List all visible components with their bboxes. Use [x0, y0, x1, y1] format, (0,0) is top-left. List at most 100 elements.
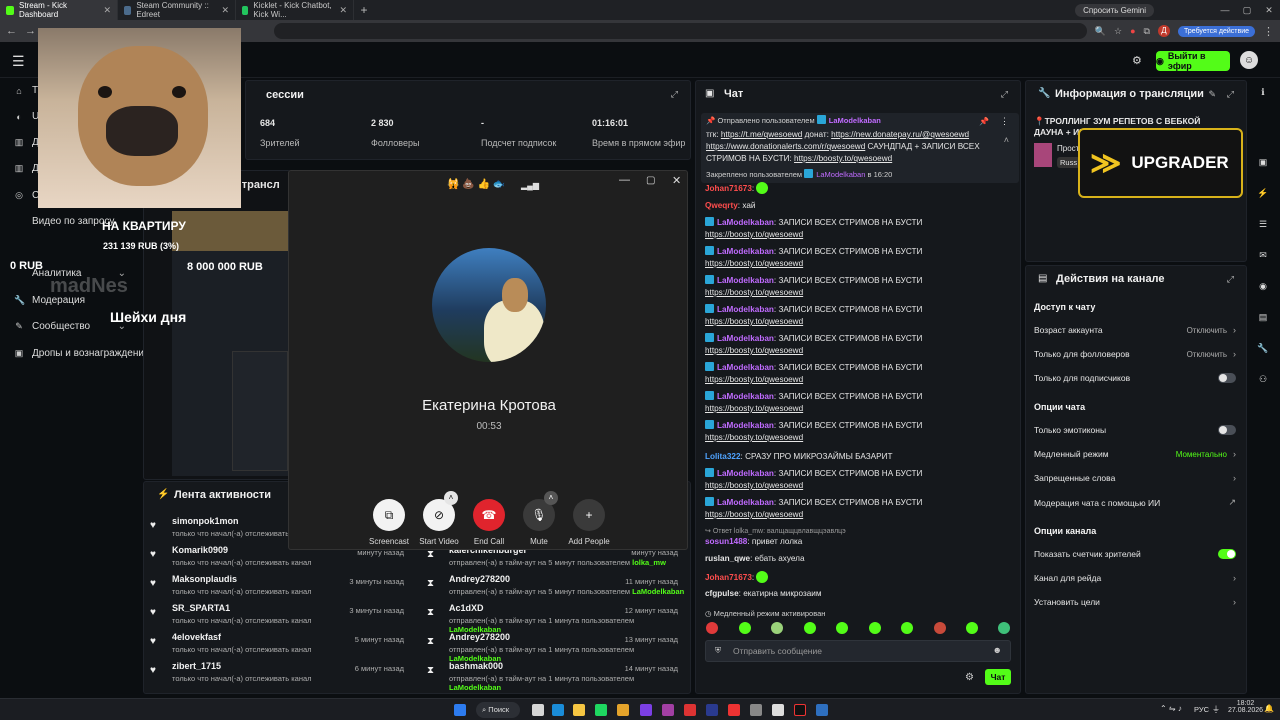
chat-username[interactable]: LaModelkaban	[717, 392, 774, 401]
obs-icon[interactable]	[772, 704, 784, 716]
info-icon[interactable]: ℹ	[1256, 87, 1270, 101]
new-tab-button[interactable]: +	[354, 3, 374, 17]
pinned-link[interactable]: https://www.donationalerts.com/r/qwesoew…	[706, 142, 865, 151]
audition-icon[interactable]	[706, 704, 718, 716]
chat-username[interactable]: LaModelkaban	[717, 334, 774, 343]
chat-username[interactable]: cfgpulse	[705, 589, 739, 598]
moderator-name[interactable]: lolka_mw	[632, 558, 666, 567]
set-goals-option[interactable]: Установить цели ›	[1034, 597, 1236, 607]
record-icon[interactable]: ◉	[1256, 281, 1270, 295]
moderator-name[interactable]: LaModelkaban	[632, 587, 684, 596]
maximize-call-icon[interactable]: ▢	[646, 175, 655, 186]
send-chat-button[interactable]: Чат	[985, 669, 1011, 685]
back-icon[interactable]: ←	[6, 25, 17, 37]
chat-username[interactable]: LaModelkaban	[717, 363, 774, 372]
profile-avatar-icon[interactable]: Д	[1157, 25, 1170, 37]
search-icon[interactable]: 🔍	[1095, 26, 1106, 37]
chat-username[interactable]: Johan71673	[705, 573, 752, 582]
clock[interactable]: 18:02 27.08.2026	[1228, 700, 1263, 714]
emote-icon[interactable]	[771, 622, 783, 634]
chrome-icon[interactable]	[617, 704, 629, 716]
update-required-button[interactable]: Требуется действие	[1177, 25, 1255, 37]
chat-username[interactable]: LaModelkaban	[717, 276, 774, 285]
pinned-menu-icon[interactable]: ⋮	[1000, 116, 1009, 127]
user-avatar[interactable]: ☺	[1240, 51, 1258, 69]
chat-input[interactable]: ⛨ Отправить сообщение ☻	[705, 640, 1011, 662]
extensions-puzzle-icon[interactable]: ⧉	[1144, 26, 1150, 37]
chat-username[interactable]: ruslan_qwe	[705, 554, 750, 563]
emote-icon[interactable]	[901, 622, 913, 634]
wrench-icon[interactable]: 🔧	[1256, 343, 1270, 357]
category-name[interactable]: Прост	[1057, 144, 1079, 153]
close-tab-icon[interactable]: ✕	[221, 5, 229, 16]
moderator-name[interactable]: LaModelkaban	[449, 683, 501, 692]
chat-bubble-icon[interactable]: ✉	[1256, 250, 1270, 264]
language-tag[interactable]: Russ	[1057, 157, 1081, 168]
viewer-count-toggle[interactable]	[1218, 549, 1236, 559]
chat-username[interactable]: LaModelkaban	[717, 498, 774, 507]
tiktok-icon[interactable]	[794, 704, 806, 716]
chat-username[interactable]: LaModelkaban	[717, 421, 774, 430]
expand-icon[interactable]: ⤢	[671, 89, 678, 100]
emote-icon[interactable]	[869, 622, 881, 634]
app-icon[interactable]	[684, 704, 696, 716]
sidebar-item-dashboard[interactable]: ▥ Д	[14, 137, 39, 148]
chat-username[interactable]: LaModelkaban	[717, 469, 774, 478]
chat-link[interactable]: https://boosty.to/qwesoewd	[705, 481, 803, 490]
tab-kicklet[interactable]: Kicklet - Kick Chatbot, Kick Wi... ✕	[236, 0, 354, 20]
emote-icon[interactable]	[998, 622, 1010, 634]
list-icon[interactable]: ☰	[1256, 219, 1270, 233]
chat-settings-icon[interactable]: ⚙	[965, 672, 974, 683]
emote-icon[interactable]	[836, 622, 848, 634]
chat-link[interactable]: https://boosty.to/qwesoewd	[705, 375, 803, 384]
forward-icon[interactable]: →	[25, 25, 36, 37]
settings-gear-icon[interactable]: ⚙	[1132, 54, 1142, 67]
hamburger-menu-icon[interactable]: ☰	[12, 53, 25, 70]
users-icon[interactable]: ⚇	[1256, 374, 1270, 388]
expand-icon[interactable]: ⤢	[1227, 89, 1234, 100]
expand-icon[interactable]: ⤢	[1227, 274, 1234, 285]
go-live-button[interactable]: ◉ Выйти в эфир	[1156, 51, 1230, 71]
chat-link[interactable]: https://boosty.to/qwesoewd	[705, 433, 803, 442]
chat-username[interactable]: Lolita322	[705, 452, 741, 461]
chat-username[interactable]: sosun1488	[705, 537, 747, 546]
close-window-icon[interactable]: ✕	[1258, 5, 1280, 16]
minimize-icon[interactable]: —	[1214, 5, 1236, 15]
close-call-icon[interactable]: ✕	[672, 174, 681, 187]
chat-link[interactable]: https://boosty.to/qwesoewd	[705, 259, 803, 268]
chat-username[interactable]: LaModelkaban	[717, 305, 774, 314]
mute-button[interactable]: 🎙 Mute	[514, 499, 564, 546]
chat-username[interactable]: Qweqrty	[705, 201, 738, 210]
chat-link[interactable]: https://boosty.to/qwesoewd	[705, 288, 803, 297]
pinned-by-user[interactable]: LaModelkaban	[829, 116, 881, 125]
end-call-button[interactable]: ☎ End Call	[464, 499, 514, 546]
follower-name[interactable]: zibert_1715	[172, 661, 312, 671]
task-view-icon[interactable]	[532, 704, 544, 716]
emote-icon[interactable]	[804, 622, 816, 634]
tab-kick-dashboard[interactable]: Stream - Kick Dashboard ✕	[0, 0, 118, 20]
maximize-icon[interactable]: ▢	[1236, 5, 1258, 16]
network-icon[interactable]: ⏚	[1212, 704, 1220, 715]
banned-words-option[interactable]: Запрещенные слова ›	[1034, 473, 1236, 483]
chat-link[interactable]: https://boosty.to/qwesoewd	[705, 510, 803, 519]
sidebar-item-data[interactable]: ▥ Д	[14, 163, 39, 174]
windows-start-icon[interactable]	[454, 704, 466, 716]
tray-icons[interactable]: ⌃ ⇋ ♪	[1160, 704, 1182, 713]
app-icon[interactable]	[640, 704, 652, 716]
language-indicator[interactable]: РУС	[1194, 705, 1209, 714]
chat-username[interactable]: Johan71673	[705, 184, 752, 193]
subscribers-only-toggle[interactable]	[1218, 373, 1236, 383]
tab-steam[interactable]: Steam Community :: Edreet ✕	[118, 0, 236, 20]
extension-icon[interactable]: ●	[1130, 26, 1135, 36]
expand-icon[interactable]: ⤢	[1001, 89, 1008, 100]
slow-mode-option[interactable]: Медленный режим Моментально ›	[1034, 449, 1236, 459]
unpin-icon[interactable]: 📌	[979, 117, 989, 126]
sidebar-item-vod[interactable]: Видео по запросу	[14, 216, 114, 227]
steam-icon[interactable]	[816, 704, 828, 716]
video-options-chevron-icon[interactable]: ˄	[444, 491, 458, 505]
app-icon[interactable]	[750, 704, 762, 716]
chat-username[interactable]: LaModelkaban	[717, 247, 774, 256]
emoji-icon[interactable]: ☻	[993, 645, 1002, 655]
follower-name[interactable]: SR_SPARTA1	[172, 603, 312, 613]
emote-icon[interactable]	[706, 622, 718, 634]
